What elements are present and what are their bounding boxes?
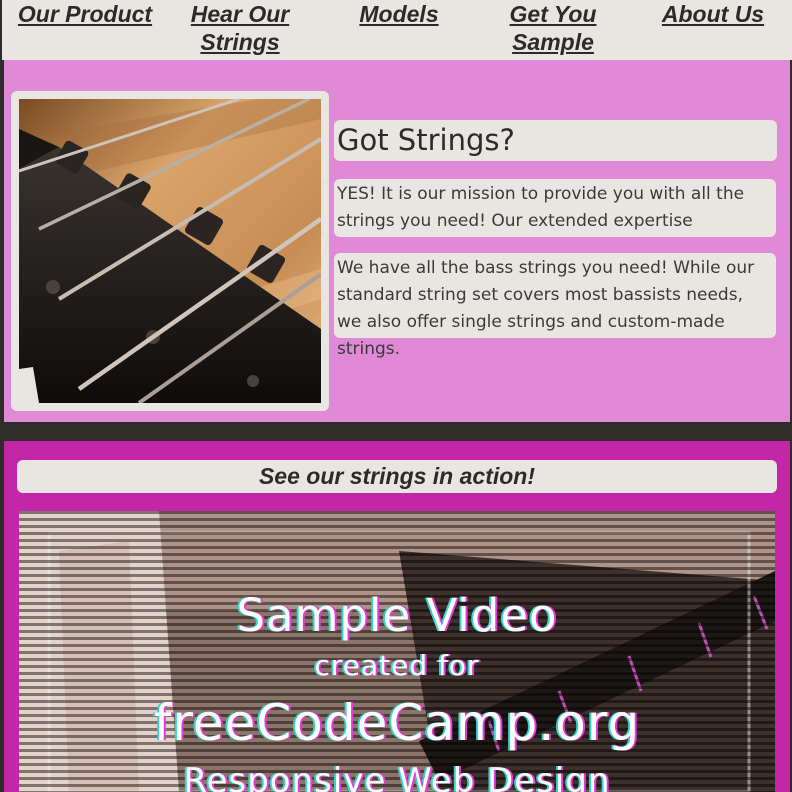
video-text-line-2: created for bbox=[314, 649, 480, 682]
mission-text-box: YES! It is our mission to provide you wi… bbox=[334, 179, 776, 237]
sample-video-player[interactable]: Sample Video created for freeCodeCamp.or… bbox=[19, 511, 775, 792]
offer-paragraph: We have all the bass strings you need! W… bbox=[337, 258, 755, 359]
top-nav: Our Product Hear Our Strings Models Get … bbox=[2, 0, 792, 60]
hero-section: Got Strings? YES! It is our mission to p… bbox=[4, 60, 790, 422]
video-section: See our strings in action! Sample Video … bbox=[4, 441, 790, 792]
nav-link-our-product[interactable]: Our Product bbox=[14, 0, 156, 28]
video-heading: See our strings in action! bbox=[258, 463, 536, 489]
nav-link-get-you-sample[interactable]: Get You Sample bbox=[500, 0, 606, 56]
bass-bridge-photo-frame bbox=[11, 91, 329, 411]
video-text-line-4: Responsive Web Design bbox=[183, 761, 611, 792]
video-text-line-1: Sample Video bbox=[236, 589, 558, 642]
mission-paragraph: YES! It is our mission to provide you wi… bbox=[337, 184, 745, 231]
nav-link-models[interactable]: Models bbox=[344, 0, 454, 28]
nav-link-about-us[interactable]: About Us bbox=[654, 0, 772, 28]
hero-title: Got Strings? bbox=[337, 123, 515, 157]
nav-link-hear-our-strings[interactable]: Hear Our Strings bbox=[178, 0, 302, 56]
offer-text-box: We have all the bass strings you need! W… bbox=[334, 253, 776, 359]
video-heading-box: See our strings in action! bbox=[17, 460, 777, 493]
video-text-line-3: freeCodeCamp.org bbox=[153, 694, 641, 752]
hero-title-box: Got Strings? bbox=[334, 120, 777, 161]
bass-bridge-photo bbox=[19, 99, 321, 403]
